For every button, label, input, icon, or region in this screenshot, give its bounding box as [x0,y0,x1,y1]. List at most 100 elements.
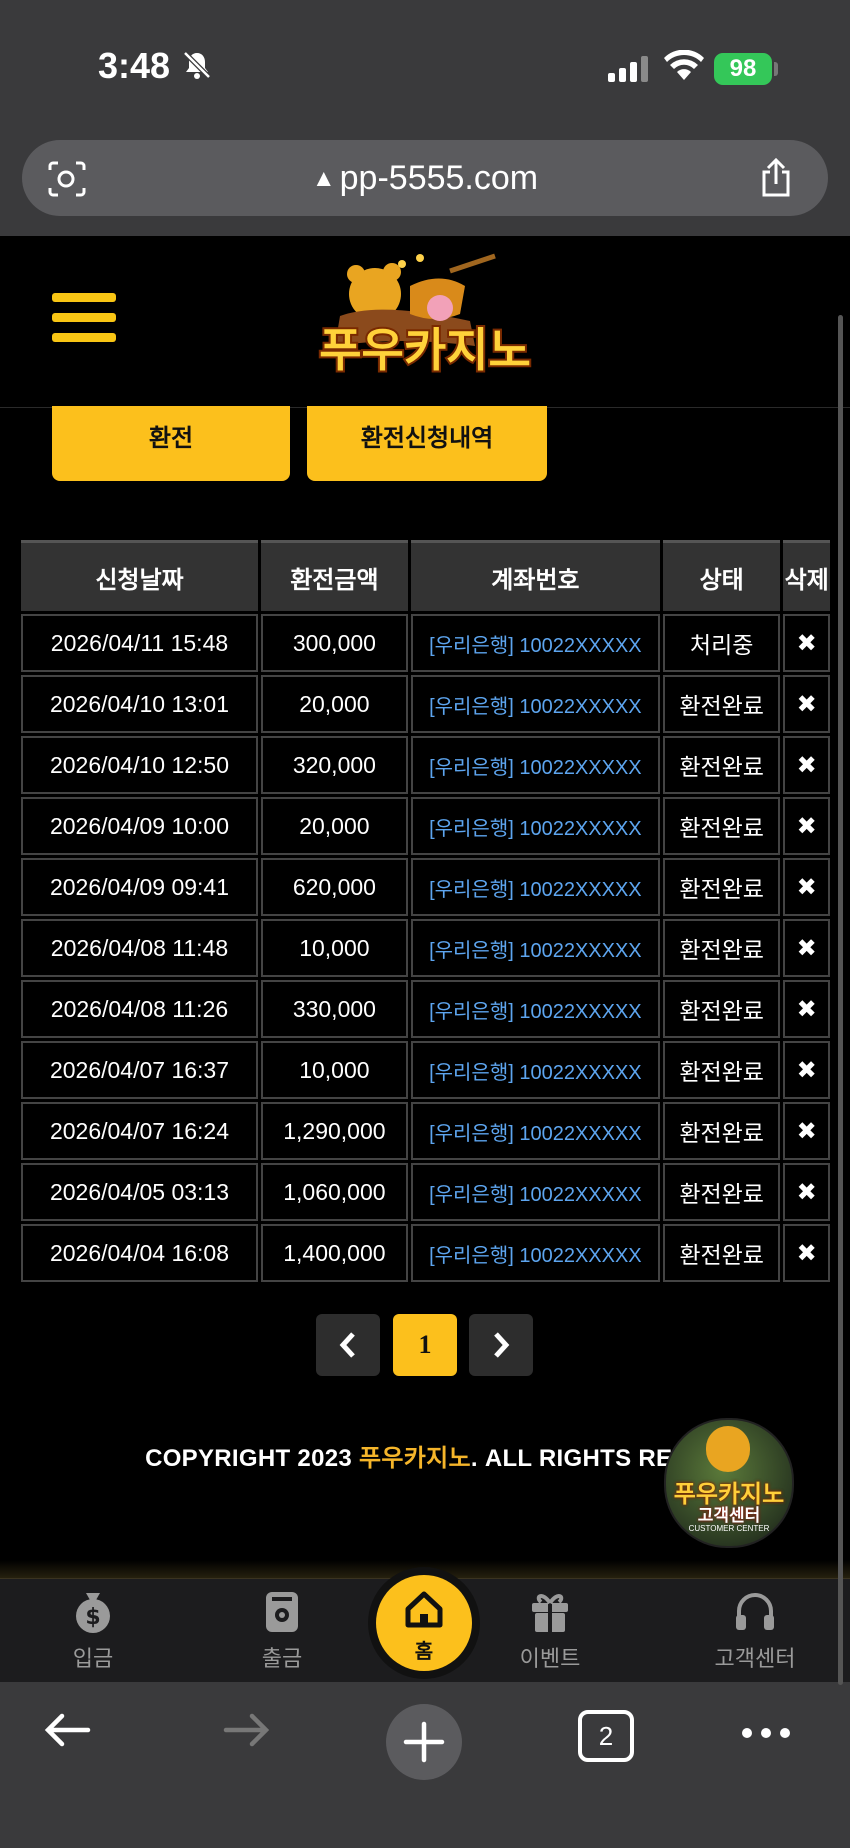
delete-icon[interactable]: ✖ [783,797,830,855]
delete-icon[interactable]: ✖ [783,858,830,916]
nav-home-label: 홈 [414,1641,434,1663]
row-status: 환전완료 [662,675,781,733]
row-date: 2026/04/07 16:24 [21,1102,258,1160]
site-logo[interactable]: 푸우카지노 [300,246,550,406]
chevron-left-icon [339,1332,355,1358]
wifi-icon [664,50,704,80]
delete-icon[interactable]: ✖ [783,675,830,733]
cs-badge-caption: CUSTOMER CENTER [688,1524,770,1533]
hamburger-menu-icon[interactable] [52,293,116,353]
nav-withdraw-label: 출금 [261,1646,303,1671]
browser-toolbar: 2 [0,1682,850,1848]
copyright-brand: 푸우카지노 [358,1445,471,1472]
row-date: 2026/04/08 11:26 [21,980,258,1038]
nav-event[interactable]: 이벤트 [490,1589,610,1673]
row-account[interactable]: [우리은행] 10022XXXXX [410,1102,660,1160]
row-account[interactable]: [우리은행] 10022XXXXX [410,1224,660,1282]
row-date: 2026/04/05 03:13 [21,1163,258,1221]
copyright-prefix: COPYRIGHT 2023 [145,1445,359,1472]
row-account[interactable]: [우리은행] 10022XXXXX [410,797,660,855]
delete-icon[interactable]: ✖ [783,1041,830,1099]
delete-icon[interactable]: ✖ [783,919,830,977]
nav-withdraw[interactable]: 출금 [222,1589,342,1673]
cellular-signal-icon [608,56,648,82]
table-row: 2026/04/04 16:08 1,400,000 [우리은행] 10022XXX… [21,1224,830,1282]
row-account[interactable]: [우리은행] 10022XXXXX [410,919,660,977]
row-status: 환전완료 [662,1224,781,1282]
row-account[interactable]: [우리은행] 10022XXXXX [410,980,660,1038]
url-text[interactable]: ▲ pp-5555.com [22,140,828,216]
nav-support-label: 고객센터 [714,1646,796,1671]
table-row: 2026/04/08 11:26 330,000 [우리은행] 10022XXXXX… [21,980,830,1038]
row-amount: 330,000 [260,980,408,1038]
row-amount: 20,000 [260,675,408,733]
row-status: 환전완료 [662,919,781,977]
row-account[interactable]: [우리은행] 10022XXXXX [410,614,660,672]
more-options-icon[interactable] [740,1726,792,1740]
row-status: 환전완료 [662,736,781,794]
delete-icon[interactable]: ✖ [783,614,830,672]
money-bag-icon: $ [76,1593,110,1633]
nav-home-button[interactable]: 홈 [376,1575,472,1671]
row-date: 2026/04/10 12:50 [21,736,258,794]
table-header-row: 신청날짜 환전금액 계좌번호 상태 삭제 [21,540,830,611]
row-status: 환전완료 [662,797,781,855]
pagination-prev-button[interactable] [316,1314,380,1376]
row-status: 환전완료 [662,1041,781,1099]
table-row: 2026/04/10 12:50 320,000 [우리은행] 10022XXXXX… [21,736,830,794]
withdrawal-history-table: 신청날짜 환전금액 계좌번호 상태 삭제 2026/04/11 15:48 300… [21,537,830,1285]
logo-text: 푸우카지노 [319,323,531,377]
gift-icon [532,1594,568,1632]
table-row: 2026/04/08 11:48 10,000 [우리은행] 10022XXXXX 환… [21,919,830,977]
tabs-button[interactable]: 2 [578,1710,634,1762]
delete-icon[interactable]: ✖ [783,1224,830,1282]
share-icon[interactable] [758,158,794,198]
pagination-next-button[interactable] [469,1314,533,1376]
battery-indicator: 98 [714,53,772,85]
header-status: 상태 [662,540,781,611]
nav-deposit-label: 입금 [72,1646,114,1671]
row-amount: 10,000 [260,919,408,977]
forward-arrow-icon[interactable] [222,1710,272,1750]
pagination-page-current[interactable]: 1 [393,1314,457,1376]
status-time: 3:48 [98,45,171,86]
scrollbar[interactable] [838,315,843,1685]
delete-icon[interactable]: ✖ [783,980,830,1038]
battery-tip [774,62,778,76]
row-account[interactable]: [우리은행] 10022XXXXX [410,736,660,794]
delete-icon[interactable]: ✖ [783,1102,830,1160]
table-row: 2026/04/07 16:37 10,000 [우리은행] 10022XXXXX 환… [21,1041,830,1099]
row-status: 처리중 [662,614,781,672]
new-tab-button[interactable] [386,1704,462,1780]
row-date: 2026/04/11 15:48 [21,614,258,672]
nav-deposit[interactable]: $ 입금 [33,1589,153,1673]
row-account[interactable]: [우리은행] 10022XXXXX [410,675,660,733]
header-account: 계좌번호 [410,540,660,611]
row-amount: 620,000 [260,858,408,916]
site-header: 푸우카지노 [0,236,850,408]
exchange-button[interactable]: 환전 [52,406,290,481]
customer-center-badge[interactable]: 푸우카지노 고객센터 CUSTOMER CENTER [664,1418,794,1548]
bell-muted-icon [183,51,211,79]
nav-support[interactable]: 고객센터 [695,1589,815,1673]
exchange-history-button[interactable]: 환전신청내역 [307,406,547,481]
row-date: 2026/04/07 16:37 [21,1041,258,1099]
row-account[interactable]: [우리은행] 10022XXXXX [410,1041,660,1099]
header-date: 신청날짜 [21,540,258,611]
row-date: 2026/04/08 11:48 [21,919,258,977]
row-date: 2026/04/09 09:41 [21,858,258,916]
table-row: 2026/04/09 10:00 20,000 [우리은행] 10022XXXXX 환… [21,797,830,855]
nav-event-label: 이벤트 [519,1646,581,1671]
cs-badge-subtitle: 고객센터 [697,1506,761,1525]
mascot-image [706,1426,750,1472]
row-amount: 1,290,000 [260,1102,408,1160]
delete-icon[interactable]: ✖ [783,1163,830,1221]
svg-text:$: $ [85,1605,100,1630]
table-row: 2026/04/11 15:48 300,000 [우리은행] 10022XXXXX… [21,614,830,672]
back-arrow-icon[interactable] [42,1710,92,1750]
row-amount: 300,000 [260,614,408,672]
delete-icon[interactable]: ✖ [783,736,830,794]
row-account[interactable]: [우리은행] 10022XXXXX [410,858,660,916]
row-account[interactable]: [우리은행] 10022XXXXX [410,1163,660,1221]
url-field[interactable]: ▲ pp-5555.com [22,140,828,216]
